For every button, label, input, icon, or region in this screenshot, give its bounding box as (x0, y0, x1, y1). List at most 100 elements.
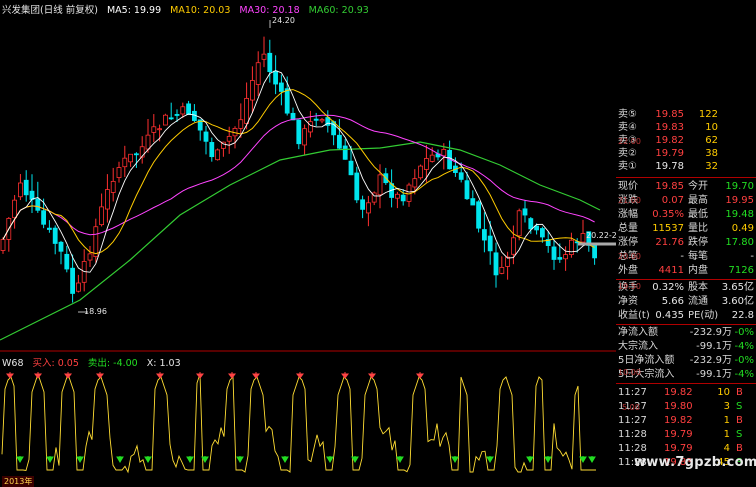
candle-body (267, 52, 273, 73)
ma60-label: MA60: 20.93 (308, 5, 369, 16)
indicator-sell: 卖出: -4.00 (87, 358, 138, 369)
candle-body (464, 180, 470, 200)
candle-body (394, 193, 400, 199)
candle-body (441, 149, 447, 157)
tick-row: 11:28 19.79 4 B (618, 443, 743, 454)
candle-body (162, 114, 168, 126)
candle-body (342, 145, 348, 160)
ma30-label: MA30: 20.18 (239, 5, 300, 16)
candle-body (493, 252, 499, 276)
price-axis-label: 19.50 (618, 282, 641, 291)
ma5-label: MA5: 19.99 (106, 5, 162, 16)
candle-body (76, 282, 81, 292)
candle-body (168, 117, 174, 120)
quote-panel: 卖⑤ 19.85 122 卖④ 19.83 10 卖③ 19.82 62 卖② 19.79 38… (616, 107, 756, 487)
candle-body (476, 201, 482, 229)
candle-body (540, 228, 545, 238)
candle-body (23, 179, 29, 196)
indicator-buy: 买入: 0.05 (32, 358, 79, 369)
quote-row: 收益(t) 0.435 PE(动) 22.8 (618, 310, 754, 321)
candle-body (180, 106, 186, 115)
site-watermark: www.7gpzb.com (634, 455, 756, 470)
candle-body (29, 190, 35, 200)
candle-body (133, 153, 139, 156)
candle-body (551, 246, 557, 260)
candle-body (261, 53, 267, 60)
sell-row: 卖① 19.78 32 (618, 161, 718, 172)
candle-body (487, 235, 493, 252)
candle-body (470, 198, 476, 206)
candle-body (569, 239, 574, 255)
candle-body (110, 180, 116, 193)
high-annotation: 24.20 (272, 16, 295, 25)
candle-body (70, 267, 75, 294)
candlestick-chart[interactable] (0, 0, 616, 352)
candle-body (400, 194, 406, 202)
candle-body (522, 208, 528, 216)
candle-body (592, 243, 597, 259)
candle-body (244, 98, 250, 124)
candle-body (510, 237, 516, 255)
candle-body (365, 202, 371, 214)
candle-body (319, 119, 325, 122)
candle-body (429, 154, 435, 162)
candle-body (58, 241, 64, 252)
price-axis-label: 10.00 (618, 368, 641, 377)
candle-body (35, 198, 41, 211)
candle-body (313, 118, 319, 121)
low-annotation: 18.96 (84, 307, 107, 316)
candle-body (12, 199, 18, 219)
price-axis-label: 21.00 (618, 196, 641, 205)
candle-body (418, 165, 424, 179)
candle-body (122, 157, 128, 168)
candle-body (302, 128, 308, 146)
candle-body (516, 210, 522, 237)
candle-body (528, 218, 534, 230)
candle-body (145, 134, 151, 150)
candle-body (557, 257, 563, 260)
candle-body (157, 128, 163, 131)
candle-body (412, 178, 418, 188)
candle-body (87, 253, 93, 261)
candle-body (348, 160, 354, 176)
quote-row: 外盘 4411 内盘 7126 (618, 265, 754, 276)
candle-body (238, 119, 244, 129)
candle-body (249, 80, 255, 101)
date-label: 2013年 (2, 476, 35, 487)
candle-body (273, 70, 279, 85)
candle-body (563, 254, 568, 260)
candle-body (255, 62, 261, 85)
candle-body (336, 134, 342, 149)
candle-body (423, 158, 429, 170)
candle-body (215, 149, 221, 161)
candle-body (499, 267, 505, 274)
indicator-name: W68 (2, 358, 24, 369)
candle-body (139, 146, 145, 158)
tick-row: 11:28 19.79 1 S (618, 429, 743, 440)
candle-body (534, 225, 539, 231)
candle-body (377, 174, 383, 196)
candle-body (47, 227, 52, 230)
price-axis-label: 22.00 (618, 137, 641, 146)
candle-body (186, 103, 192, 116)
candle-body (458, 172, 464, 180)
candle-body (99, 206, 104, 226)
candle-body (105, 189, 110, 210)
candle-body (284, 88, 290, 114)
candle-body (481, 229, 487, 241)
candle-body (203, 131, 209, 142)
candle-body (41, 210, 46, 225)
indicator-chart[interactable] (0, 352, 616, 487)
candle-body (52, 227, 58, 244)
candle-body (151, 126, 157, 133)
candle-body (354, 172, 360, 201)
candle-body (116, 167, 122, 178)
candle-body (17, 182, 23, 198)
indicator-legend: W68 买入: 0.05 卖出: -4.00 X: 1.03 (2, 355, 187, 369)
price-axis-label: 5.00 (622, 403, 640, 412)
indicator-x: X: 1.03 (146, 358, 181, 369)
price-axis-label: 20.00 (618, 252, 641, 261)
candle-body (360, 199, 366, 210)
candle-body (0, 238, 6, 251)
candle-body (278, 82, 284, 92)
